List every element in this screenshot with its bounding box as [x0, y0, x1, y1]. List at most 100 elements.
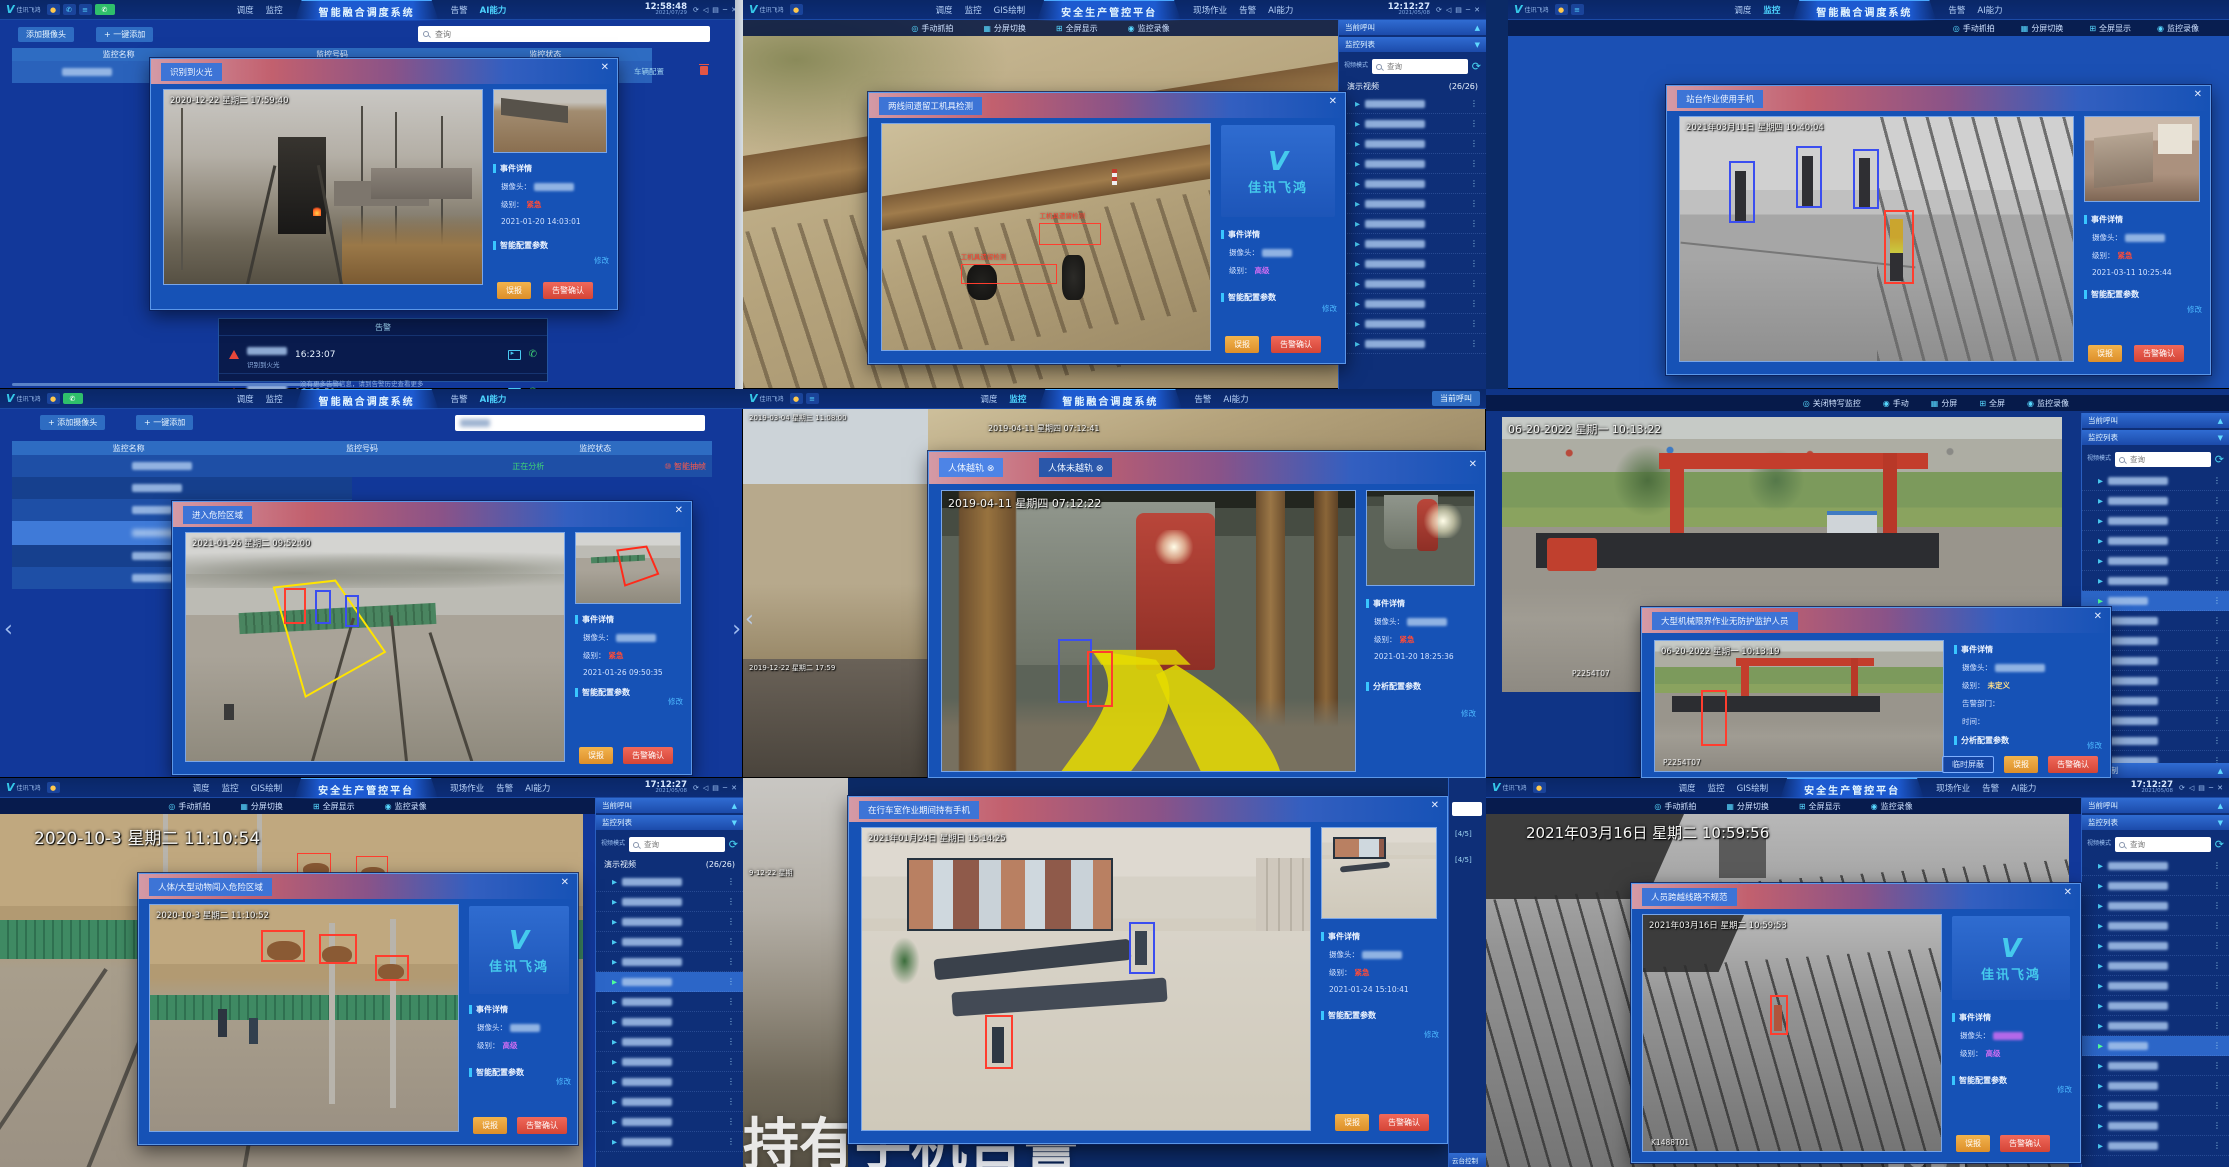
- edit-params-link[interactable]: 修改: [2087, 740, 2102, 751]
- confirm-alarm-button[interactable]: 告警确认: [517, 1117, 567, 1134]
- snapshot-thumbnail[interactable]: [2084, 116, 2200, 202]
- search-input[interactable]: [1452, 802, 1482, 816]
- tab-monitor[interactable]: 监控: [1009, 393, 1026, 405]
- delete-icon[interactable]: [700, 66, 708, 75]
- camera-list-item[interactable]: ▶ ⋮: [1339, 214, 1486, 234]
- sidebar-header-monitor-list[interactable]: 监控列表▼: [1339, 37, 1486, 52]
- play-icon[interactable]: ▶: [2098, 1062, 2103, 1070]
- more-icon[interactable]: ⋮: [727, 937, 735, 946]
- play-icon[interactable]: ▶: [612, 1138, 617, 1146]
- more-icon[interactable]: ⋮: [727, 1137, 735, 1146]
- sidebar-search-field[interactable]: [2128, 839, 2207, 850]
- more-icon[interactable]: ⋮: [727, 1037, 735, 1046]
- tab-alarm[interactable]: 告警: [1239, 4, 1256, 16]
- sidebar-search-input[interactable]: [629, 837, 725, 852]
- video-mode-label[interactable]: 视频模式: [2087, 456, 2111, 463]
- edit-params-link[interactable]: 修改: [2057, 1084, 2072, 1095]
- split-screen-tool[interactable]: ▦分屏切换: [2021, 23, 2064, 34]
- minimize-icon[interactable]: ─: [1466, 6, 1470, 14]
- one-key-add-button[interactable]: + 一键添加: [136, 415, 193, 430]
- dialog-tab-active[interactable]: 人体越轨 ⊗: [939, 458, 1003, 477]
- tab-monitor[interactable]: 监控: [1763, 4, 1780, 16]
- more-icon[interactable]: ⋮: [2213, 656, 2221, 665]
- record-tool[interactable]: ◉监控录像: [385, 801, 427, 812]
- play-icon[interactable]: ▶: [2098, 922, 2103, 930]
- camera-list-item[interactable]: ▶ ⋮: [1339, 254, 1486, 274]
- close-icon[interactable]: ✕: [731, 784, 737, 792]
- play-icon[interactable]: ▶: [612, 1098, 617, 1106]
- play-icon[interactable]: ▶: [2098, 577, 2103, 585]
- camera-list-item[interactable]: ▶ ⋮: [1339, 174, 1486, 194]
- camera-list-item[interactable]: ▶ ⋮: [2082, 1096, 2229, 1116]
- more-icon[interactable]: ⋮: [2213, 1001, 2221, 1010]
- dialog-title-tab[interactable]: 站台作业使用手机: [1677, 90, 1763, 108]
- dialog-close-icon[interactable]: ✕: [2064, 888, 2072, 898]
- split-tool[interactable]: ▦分屏: [1931, 398, 1958, 409]
- tab-ai[interactable]: AI能力: [1223, 393, 1248, 405]
- more-icon[interactable]: ⋮: [1470, 299, 1478, 308]
- scrollbar[interactable]: [12, 383, 342, 386]
- play-icon[interactable]: ▶: [2098, 982, 2103, 990]
- more-icon[interactable]: ⋮: [2213, 881, 2221, 890]
- camera-list-item[interactable]: ▶ ⋮: [1339, 194, 1486, 214]
- record-tool[interactable]: ◉监控录像: [2157, 23, 2199, 34]
- tab-dispatch[interactable]: 调度: [193, 782, 210, 794]
- dialog-close-icon[interactable]: ✕: [1431, 801, 1439, 811]
- dialog-title-tab[interactable]: 识别到火光: [161, 63, 222, 81]
- more-icon[interactable]: ⋮: [2213, 616, 2221, 625]
- dialog-close-icon[interactable]: ✕: [1329, 97, 1337, 107]
- false-alarm-button[interactable]: 误报: [2004, 756, 2038, 773]
- more-icon[interactable]: ⋮: [2213, 1121, 2221, 1130]
- confirm-alarm-button[interactable]: 告警确认: [1271, 336, 1321, 353]
- sidebar-header-monitor-list[interactable]: 监控列表▼: [2082, 815, 2229, 830]
- play-icon[interactable]: ▶: [1355, 140, 1360, 148]
- fullscreen-tool[interactable]: ⊞全屏显示: [1056, 23, 1098, 34]
- dialog-title-tab[interactable]: 大型机械限界作业无防护监护人员: [1652, 612, 1798, 630]
- add-camera-button[interactable]: 添加摄像头: [18, 27, 74, 42]
- avatar-icon[interactable]: ●: [47, 782, 60, 793]
- play-icon[interactable]: ▶: [2098, 1122, 2103, 1130]
- carousel-left-icon[interactable]: ‹: [4, 619, 13, 641]
- play-icon[interactable]: ▶: [612, 898, 617, 906]
- snapshot-thumbnail[interactable]: [575, 532, 681, 604]
- more-icon[interactable]: ⋮: [2213, 596, 2221, 605]
- collapse-icon[interactable]: ▲: [2218, 767, 2223, 775]
- more-icon[interactable]: ⋮: [727, 997, 735, 1006]
- record-tool[interactable]: ◉监控录像: [1128, 23, 1170, 34]
- camera-list-item-active[interactable]: ▶ ⋮: [596, 972, 743, 992]
- call-button[interactable]: ✆: [63, 393, 83, 404]
- play-icon[interactable]: ▶: [612, 1078, 617, 1086]
- sidebar-search-input[interactable]: [1372, 59, 1468, 74]
- play-icon[interactable]: ▶: [2098, 557, 2103, 565]
- camera-list-item[interactable]: ▶ ⋮: [2082, 1056, 2229, 1076]
- camera-list-item[interactable]: ▶ ⋮: [1339, 274, 1486, 294]
- phone-icon[interactable]: ✆: [63, 4, 76, 15]
- play-icon[interactable]: ▶: [1355, 320, 1360, 328]
- play-icon[interactable]: ▶: [2098, 1082, 2103, 1090]
- snapshot-thumbnail[interactable]: [493, 89, 607, 153]
- play-icon[interactable]: ▶: [612, 978, 617, 986]
- manual-tool[interactable]: ◉手动: [1883, 398, 1909, 409]
- message-icon[interactable]: ▤: [2198, 784, 2205, 792]
- sidebar-header-current-call[interactable]: 当前呼叫▲: [2082, 798, 2229, 813]
- camera-list-item[interactable]: ▶ ⋮: [2082, 1116, 2229, 1136]
- more-icon[interactable]: ⋮: [1470, 179, 1478, 188]
- more-icon[interactable]: ⋮: [1470, 239, 1478, 248]
- edit-params-link[interactable]: 修改: [2187, 304, 2202, 315]
- sidebar-search-input[interactable]: [2115, 452, 2211, 467]
- sidebar-header-ptz[interactable]: 云台控制: [1449, 1153, 1486, 1167]
- search-field[interactable]: [433, 29, 705, 40]
- play-icon[interactable]: ▶: [2098, 962, 2103, 970]
- camera-list-item[interactable]: ▶ ⋮: [1339, 134, 1486, 154]
- tab-alarm[interactable]: 告警: [1982, 782, 1999, 794]
- dialog-close-icon[interactable]: ✕: [1469, 460, 1477, 470]
- snapshot-tool[interactable]: ◎手动抓拍: [1953, 23, 1995, 34]
- more-icon[interactable]: ⋮: [2213, 536, 2221, 545]
- refresh-icon[interactable]: ⟳: [2215, 838, 2224, 851]
- more-icon[interactable]: ⋮: [1470, 99, 1478, 108]
- vehicle-config-link[interactable]: 车辆配置: [634, 66, 664, 77]
- play-icon[interactable]: ▶: [2098, 942, 2103, 950]
- more-icon[interactable]: ⋮: [727, 957, 735, 966]
- more-icon[interactable]: ⋮: [2213, 556, 2221, 565]
- avatar-icon[interactable]: ●: [47, 393, 60, 404]
